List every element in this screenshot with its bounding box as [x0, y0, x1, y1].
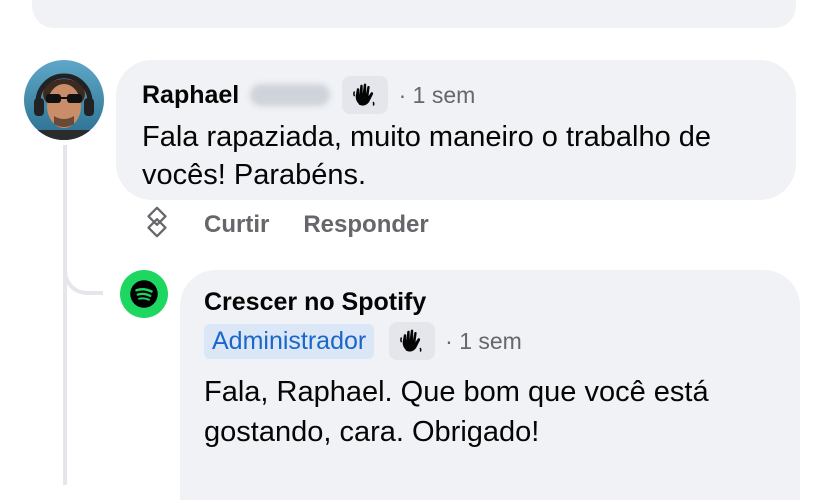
spotify-avatar[interactable] [120, 270, 168, 318]
comment-text: Fala rapaziada, muito maneiro o trabalho… [142, 121, 712, 191]
reply-text: Fala, Raphael. Que bom que você está gos… [204, 376, 709, 448]
comment-author[interactable]: Raphael [142, 79, 239, 111]
reply-button[interactable]: Responder [303, 211, 428, 239]
admin-badge: Administrador [204, 323, 375, 359]
previous-comment-card [32, 0, 796, 28]
user-avatar-icon [24, 60, 104, 140]
thread-line [63, 145, 67, 485]
comment-actions: Curtir Responder [140, 205, 429, 245]
reply-time[interactable]: · 1 sem [445, 328, 522, 354]
reply-author[interactable]: Crescer no Spotify [204, 286, 426, 318]
spotify-logo-icon [130, 280, 158, 308]
waving-hand-icon[interactable] [342, 76, 389, 114]
reaction-icon[interactable] [140, 205, 174, 246]
reply-bubble: Crescer no Spotify Administrador · 1 sem… [180, 270, 800, 500]
like-button[interactable]: Curtir [204, 211, 269, 239]
waving-hand-icon[interactable] [388, 322, 435, 360]
thread-connector [63, 255, 103, 295]
blurred-surname [249, 84, 330, 106]
comment-time[interactable]: · 1 sem [399, 82, 476, 108]
comment-bubble: Raphael · 1 sem Fala rapaziada, muito ma… [116, 60, 796, 200]
avatar[interactable] [24, 60, 104, 140]
